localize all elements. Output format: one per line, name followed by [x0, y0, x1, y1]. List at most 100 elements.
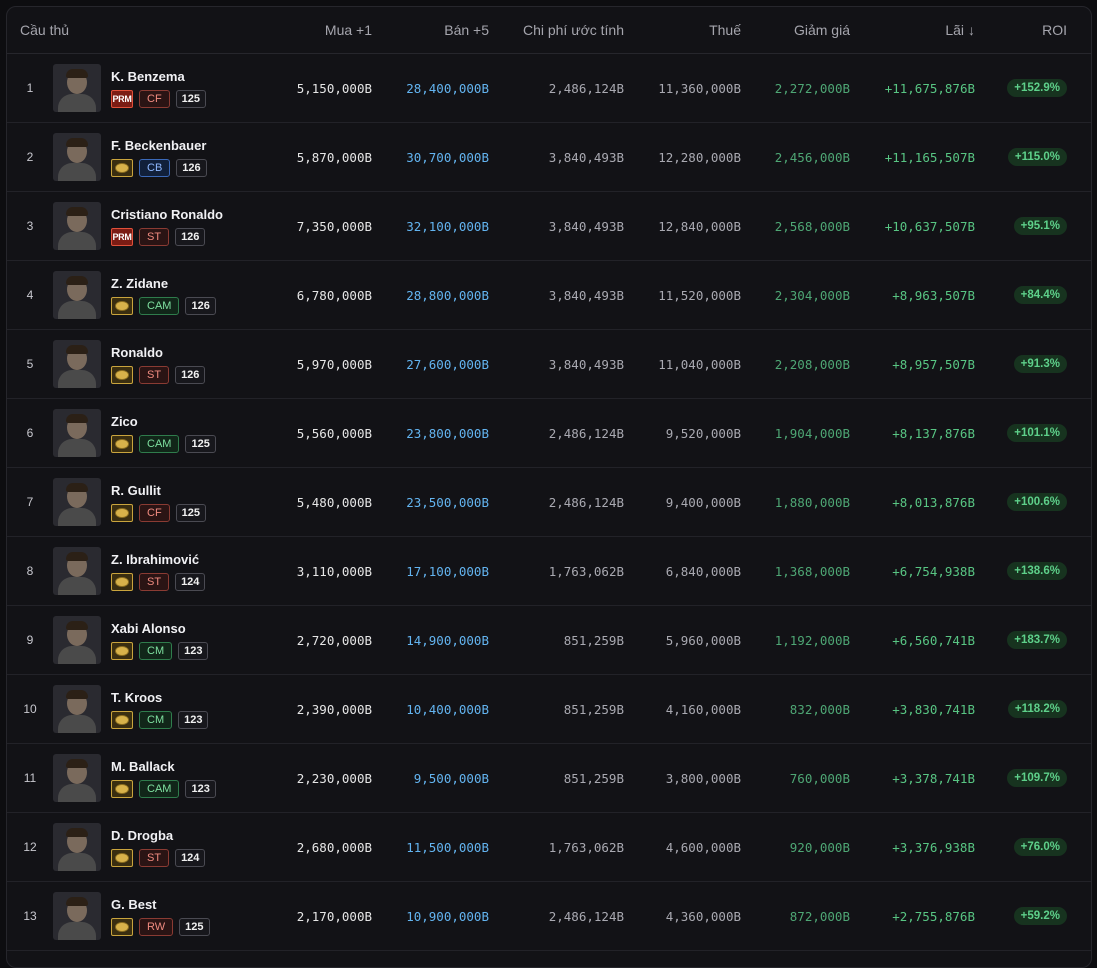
player-profit-table: Cầu thủ Mua +1 Bán +5 Chi phí ước tính T… — [6, 6, 1092, 968]
player-info: Zico CAM 125 — [111, 413, 216, 453]
ovr-badge: 125 — [175, 90, 207, 108]
header-sell[interactable]: Bán +5 — [372, 22, 489, 38]
estimated-cost: 851,259B — [563, 770, 624, 786]
estimated-cost: 851,259B — [563, 632, 624, 648]
roi-cell: +95.1% — [975, 217, 1079, 235]
roi-badge: +115.0% — [1007, 148, 1067, 166]
table-row[interactable]: 10 T. Kroos CM 123 2,390,000B 10,400,000B 851,… — [7, 675, 1091, 744]
profit: +8,137,876B — [892, 425, 975, 441]
rank: 7 — [26, 495, 34, 509]
rank: 1 — [26, 81, 34, 95]
profit: +8,963,507B — [892, 287, 975, 303]
player-tags: ST 126 — [111, 366, 206, 384]
player-name[interactable]: R. Gullit — [111, 482, 206, 499]
player-cell: 11 M. Ballack CAM 123 — [7, 754, 237, 802]
sell-price: 10,900,000B — [406, 908, 489, 924]
player-name[interactable]: T. Kroos — [111, 689, 208, 706]
season-icon-icon — [111, 504, 133, 522]
header-cost[interactable]: Chi phí ước tính — [489, 22, 624, 38]
ovr-badge: 125 — [175, 504, 207, 522]
player-info: G. Best RW 125 — [111, 896, 210, 936]
discount: 920,000B — [789, 839, 850, 855]
buy-price: 7,350,000B — [296, 218, 372, 234]
table-row[interactable]: 13 G. Best RW 125 2,170,000B 10,900,000B 2,486… — [7, 882, 1091, 951]
player-name[interactable]: G. Best — [111, 896, 210, 913]
rank: 8 — [26, 564, 34, 578]
sell-price: 32,100,000B — [406, 218, 489, 234]
season-icon-icon — [111, 159, 133, 177]
player-tags: ST 124 — [111, 573, 206, 591]
tax: 5,960,000B — [665, 632, 741, 648]
profit: +3,378,741B — [892, 770, 975, 786]
season-icon-icon — [111, 780, 133, 798]
ovr-badge: 123 — [178, 711, 209, 729]
header-buy[interactable]: Mua +1 — [237, 22, 372, 38]
table-row[interactable]: 6 Zico CAM 125 5,560,000B 23,800,000B 2,486,12… — [7, 399, 1091, 468]
player-name[interactable]: Zico — [111, 413, 216, 430]
table-row[interactable]: 8 Z. Ibrahimović ST 124 3,110,000B 17,100,000… — [7, 537, 1091, 606]
table-row[interactable]: 4 Z. Zidane CAM 126 6,780,000B 28,800,000B 3,8… — [7, 261, 1091, 330]
table-row[interactable]: 3 Cristiano Ronaldo PRM ST 126 7,350,000B 32,1… — [7, 192, 1091, 261]
position-badge: CF — [139, 90, 170, 108]
sell-price: 10,400,000B — [406, 701, 489, 717]
tax: 11,520,000B — [658, 287, 741, 303]
table-row[interactable]: 9 Xabi Alonso CM 123 2,720,000B 14,900,000B 85… — [7, 606, 1091, 675]
roi-cell: +183.7% — [975, 631, 1079, 649]
table-row[interactable]: 2 F. Beckenbauer CB 126 5,870,000B 30,700,000… — [7, 123, 1091, 192]
roi-badge: +101.1% — [1007, 424, 1067, 442]
tax: 11,360,000B — [658, 80, 741, 96]
player-name[interactable]: K. Benzema — [111, 68, 206, 85]
sell-price: 28,800,000B — [406, 287, 489, 303]
player-name[interactable]: Xabi Alonso — [111, 620, 208, 637]
header-player[interactable]: Cầu thủ — [7, 22, 237, 38]
sell-price: 23,800,000B — [406, 425, 489, 441]
player-photo — [53, 478, 101, 526]
player-name[interactable]: M. Ballack — [111, 758, 216, 775]
rank: 3 — [26, 219, 34, 233]
roi-cell: +84.4% — [975, 286, 1079, 304]
player-photo — [53, 823, 101, 871]
header-tax[interactable]: Thuế — [624, 22, 741, 38]
player-tags: PRM ST 126 — [111, 228, 223, 246]
player-info: Xabi Alonso CM 123 — [111, 620, 209, 660]
season-icon-icon — [111, 366, 133, 384]
profit: +3,376,938B — [892, 839, 975, 855]
table-row[interactable]: 11 M. Ballack CAM 123 2,230,000B 9,500,000B 85… — [7, 744, 1091, 813]
season-icon-icon — [111, 297, 133, 315]
buy-price: 5,560,000B — [296, 425, 372, 441]
table-row[interactable]: 1 K. Benzema PRM CF 125 5,150,000B 28,400,000B… — [7, 54, 1091, 123]
estimated-cost: 3,840,493B — [548, 356, 624, 372]
player-cell: 6 Zico CAM 125 — [7, 409, 237, 457]
table-row[interactable]: 7 R. Gullit CF 125 5,480,000B 23,500,000B 2,48… — [7, 468, 1091, 537]
header-roi[interactable]: ROI — [975, 22, 1079, 38]
player-name[interactable]: Z. Ibrahimović — [111, 551, 205, 568]
player-cell: 2 F. Beckenbauer CB 126 — [7, 133, 237, 181]
roi-badge: +118.2% — [1007, 700, 1067, 718]
position-badge: CM — [139, 711, 173, 729]
player-name[interactable]: Cristiano Ronaldo — [111, 206, 223, 223]
roi-badge: +95.1% — [1013, 217, 1067, 235]
player-photo — [53, 202, 101, 250]
player-name[interactable]: F. Beckenbauer — [111, 137, 207, 154]
rank: 9 — [26, 633, 34, 647]
player-photo — [53, 64, 101, 112]
player-name[interactable]: Ronaldo — [111, 344, 205, 361]
player-photo — [53, 340, 101, 388]
estimated-cost: 1,763,062B — [548, 839, 624, 855]
table-row[interactable]: 12 D. Drogba ST 124 2,680,000B 11,500,000B 1,7… — [7, 813, 1091, 882]
player-name[interactable]: D. Drogba — [111, 827, 205, 844]
position-badge: ST — [139, 228, 170, 246]
discount: 2,456,000B — [774, 149, 850, 165]
player-tags: CAM 123 — [111, 780, 216, 798]
buy-price: 5,480,000B — [296, 494, 372, 510]
tax: 12,280,000B — [658, 149, 741, 165]
header-discount[interactable]: Giảm giá — [741, 22, 850, 38]
roi-badge: +59.2% — [1013, 907, 1067, 925]
player-name[interactable]: Z. Zidane — [111, 275, 216, 292]
position-badge: CM — [139, 642, 173, 660]
table-row[interactable]: 5 Ronaldo ST 126 5,970,000B 27,600,000B 3,840,… — [7, 330, 1091, 399]
buy-price: 2,680,000B — [296, 839, 372, 855]
player-info: F. Beckenbauer CB 126 — [111, 137, 207, 177]
header-profit[interactable]: Lãi ↓ — [850, 22, 975, 38]
player-info: Z. Zidane CAM 126 — [111, 275, 216, 315]
